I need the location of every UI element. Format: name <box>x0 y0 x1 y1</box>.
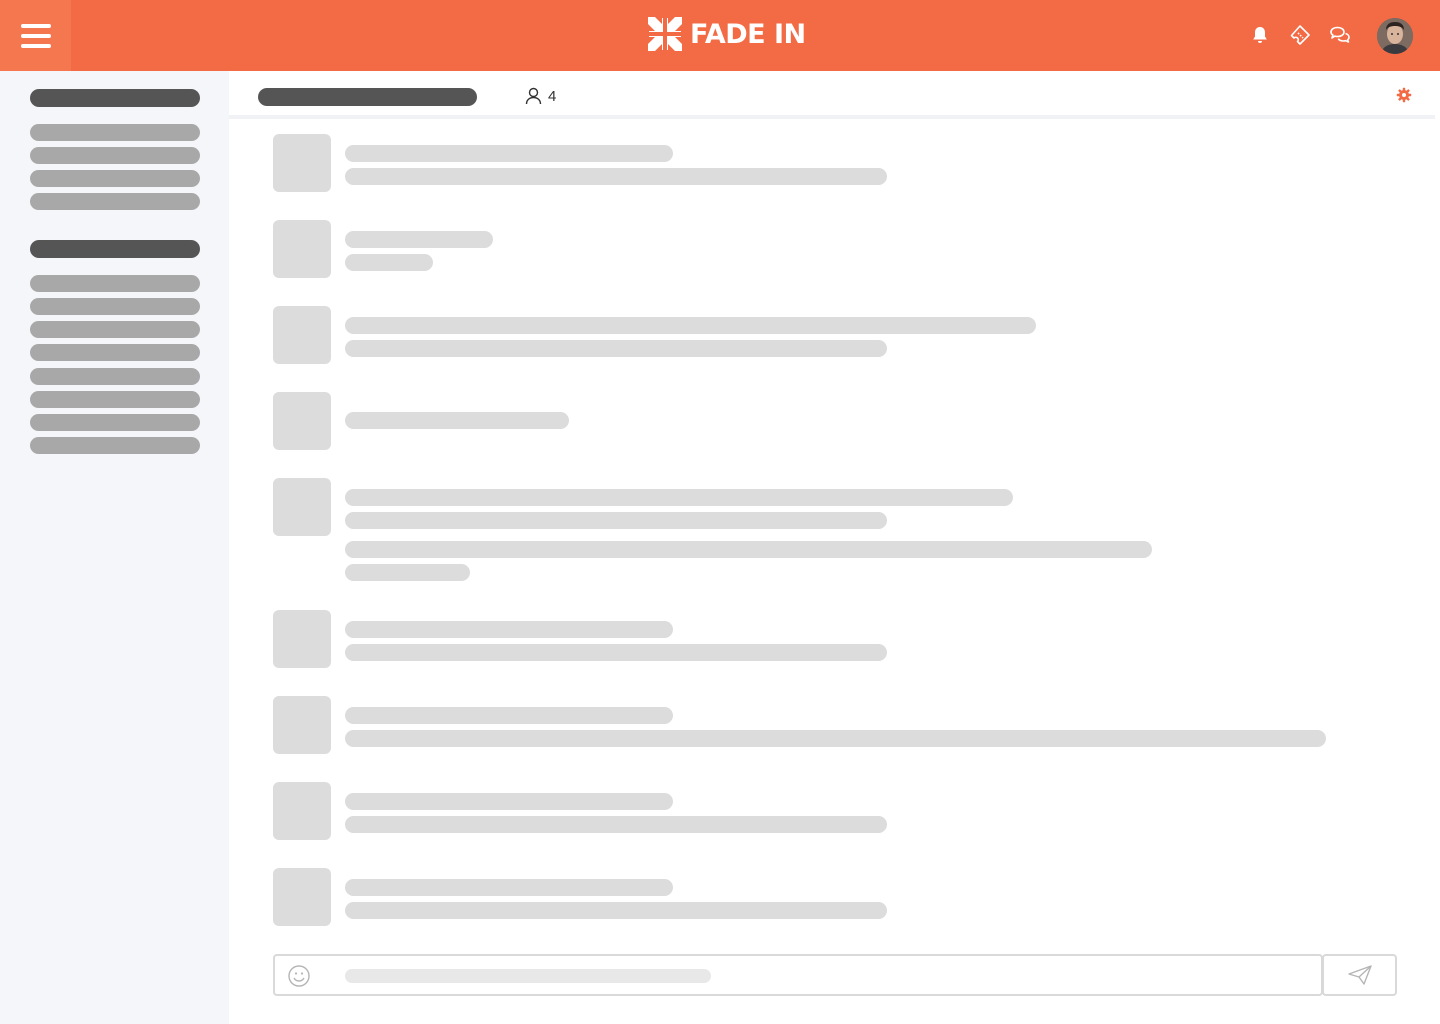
notifications-button[interactable] <box>1248 23 1272 47</box>
message-line-placeholder <box>345 879 673 896</box>
message-avatar-placeholder <box>273 610 331 668</box>
sidebar-item-placeholder <box>30 124 200 141</box>
message-avatar-placeholder <box>273 868 331 926</box>
message-line-placeholder <box>345 564 470 581</box>
member-count-value: 4 <box>548 87 557 105</box>
message-line-placeholder <box>345 231 493 248</box>
top-bar: FADE IN <box>0 0 1440 71</box>
message-avatar-placeholder <box>273 392 331 450</box>
member-count[interactable]: 4 <box>525 87 556 105</box>
chat-bubbles-icon <box>1330 26 1350 43</box>
message-line-placeholder <box>345 793 673 810</box>
sidebar-heading-placeholder <box>30 240 200 258</box>
message-line-placeholder <box>345 412 569 429</box>
message-avatar-placeholder <box>273 696 331 754</box>
sidebar-item-placeholder <box>30 391 200 408</box>
message-line-placeholder <box>345 340 887 357</box>
bell-icon <box>1253 27 1267 43</box>
message-avatar-placeholder <box>273 306 331 364</box>
sidebar-heading-placeholder <box>30 89 200 107</box>
hamburger-icon <box>20 23 51 48</box>
input-placeholder-skeleton <box>345 969 711 983</box>
send-button[interactable] <box>1322 954 1397 996</box>
gear-icon[interactable] <box>1396 87 1412 103</box>
ticket-icon <box>1290 25 1310 45</box>
paper-plane-icon <box>1347 965 1372 985</box>
sidebar-item-placeholder <box>30 437 200 454</box>
message-line-placeholder <box>345 621 673 638</box>
channel-title-placeholder <box>258 88 477 106</box>
message-avatar-placeholder <box>273 134 331 192</box>
message-avatar-placeholder <box>273 220 331 278</box>
message-line-placeholder <box>345 512 887 529</box>
tickets-button[interactable] <box>1288 23 1312 47</box>
message-line-placeholder <box>345 168 887 185</box>
message-avatar-placeholder <box>273 478 331 536</box>
menu-button[interactable] <box>0 0 71 71</box>
message-line-placeholder <box>345 317 1036 334</box>
logo-arrows-icon <box>646 15 684 53</box>
message-line-placeholder <box>345 730 1326 747</box>
sidebar-item-placeholder <box>30 298 200 315</box>
sidebar-item-placeholder <box>30 414 200 431</box>
user-avatar[interactable] <box>1377 18 1413 54</box>
message-line-placeholder <box>345 902 887 919</box>
smiley-icon[interactable] <box>287 964 311 988</box>
message-line-placeholder <box>345 145 673 162</box>
sidebar-item-placeholder <box>30 170 200 187</box>
logo-text: FADE IN <box>690 18 806 50</box>
user-photo-icon <box>1377 18 1413 54</box>
sidebar-item-placeholder <box>30 275 200 292</box>
sidebar-item-placeholder <box>30 368 200 385</box>
message-line-placeholder <box>345 707 673 724</box>
channel-header: 4 <box>229 75 1435 119</box>
person-icon <box>525 87 542 105</box>
sidebar <box>0 71 229 1024</box>
sidebar-item-placeholder <box>30 193 200 210</box>
message-line-placeholder <box>345 489 1013 506</box>
sidebar-item-placeholder <box>30 321 200 338</box>
sidebar-item-placeholder <box>30 344 200 361</box>
message-line-placeholder <box>345 541 1152 558</box>
messages-button[interactable] <box>1328 23 1352 47</box>
message-input[interactable] <box>273 954 1323 996</box>
chat-panel: 4 <box>229 71 1440 1024</box>
logo[interactable]: FADE IN <box>646 14 806 54</box>
message-line-placeholder <box>345 254 433 271</box>
message-line-placeholder <box>345 816 887 833</box>
sidebar-item-placeholder <box>30 147 200 164</box>
message-line-placeholder <box>345 644 887 661</box>
message-avatar-placeholder <box>273 782 331 840</box>
